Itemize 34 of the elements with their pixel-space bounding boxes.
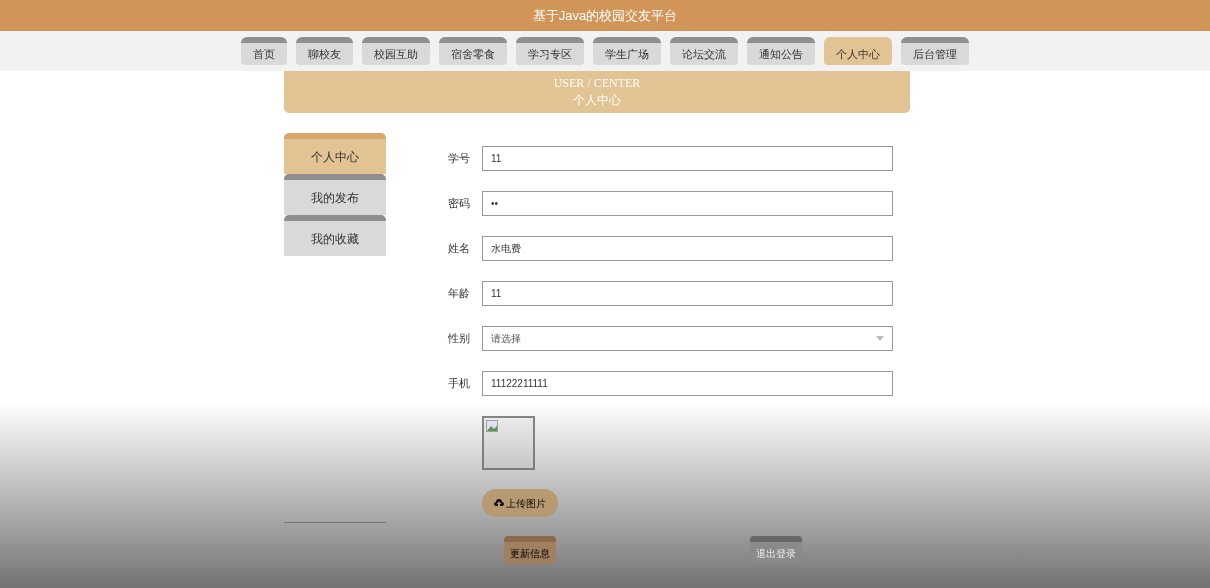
sidebar-item[interactable]: 我的发布	[284, 174, 386, 215]
upload-button[interactable]: 上传图片	[482, 489, 558, 517]
nav-tab[interactable]: 校园互助	[362, 37, 430, 65]
caret-icon	[876, 336, 884, 341]
nav-tab[interactable]: 学习专区	[516, 37, 584, 65]
site-title: 基于Java的校园交友平台	[532, 6, 678, 25]
input-field[interactable]: ••	[482, 191, 893, 216]
nav-tab[interactable]: 学生广场	[593, 37, 661, 65]
input-field[interactable]: 11	[482, 281, 893, 306]
field-label: 学号	[448, 151, 471, 167]
update-button[interactable]: 更新信息	[504, 536, 556, 564]
nav-tab[interactable]: 后台管理	[901, 37, 969, 65]
field-label: 手机	[448, 376, 471, 392]
input-field[interactable]: 11	[482, 146, 893, 171]
nav-tab[interactable]: 首页	[241, 37, 287, 65]
select-value: 请选择	[491, 332, 521, 346]
select-field[interactable]: 请选择	[482, 326, 893, 351]
banner-subtitle: USER / CENTER	[553, 75, 641, 92]
nav-tab[interactable]: 个人中心	[824, 37, 892, 65]
input-field[interactable]: 11122211111	[482, 371, 893, 396]
nav-tab[interactable]: 宿舍零食	[439, 37, 507, 65]
nav-tab[interactable]: 论坛交流	[670, 37, 738, 65]
broken-image-icon	[486, 420, 498, 432]
field-label: 年龄	[448, 286, 471, 302]
field-label: 密码	[448, 196, 471, 212]
field-label: 性别	[448, 331, 471, 347]
cloud-upload-icon	[494, 499, 504, 507]
input-field[interactable]: 水电费	[482, 236, 893, 261]
nav-tab[interactable]: 通知公告	[747, 37, 815, 65]
banner-title: 个人中心	[573, 92, 621, 109]
nav-tab[interactable]: 聊校友	[296, 37, 353, 65]
field-label: 姓名	[448, 241, 471, 257]
sidebar-item[interactable]: 我的收藏	[284, 215, 386, 256]
sidebar-item[interactable]: 个人中心	[284, 133, 386, 174]
